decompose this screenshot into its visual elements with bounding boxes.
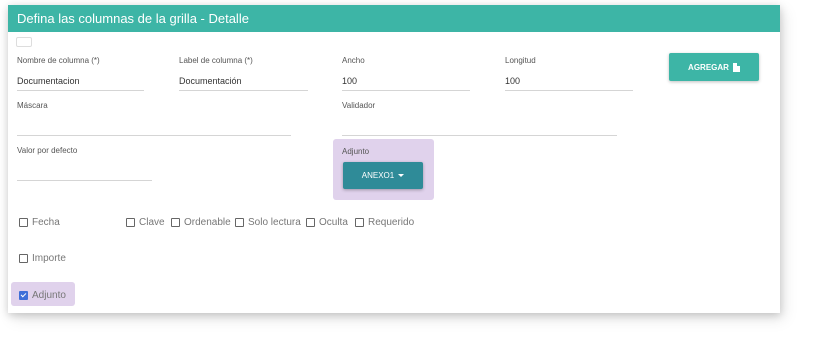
checkbox-clave-box[interactable] <box>126 218 135 227</box>
detail-panel: Defina las columnas de la grilla - Detal… <box>8 5 780 313</box>
page-title: Defina las columnas de la grilla - Detal… <box>17 11 249 26</box>
adjunto-select-group: Adjunto ANEXO1 <box>333 139 434 200</box>
checkbox-importe-box[interactable] <box>19 254 28 263</box>
validador-field: Validador <box>342 101 617 136</box>
collapse-toggle[interactable] <box>16 37 32 47</box>
ancho-input[interactable]: 100 <box>342 74 470 91</box>
checkbox-requerido-box[interactable] <box>355 218 364 227</box>
checkbox-ordenable-label: Ordenable <box>184 217 231 228</box>
checkbox-fecha-label: Fecha <box>32 217 60 228</box>
checkbox-oculta-label: Oculta <box>319 217 348 228</box>
nombre-label: Nombre de columna (*) <box>17 56 100 65</box>
checkbox-adjunto[interactable]: Adjunto <box>19 290 66 301</box>
checkbox-oculta[interactable]: Oculta <box>306 217 348 228</box>
checkbox-solo-lectura[interactable]: Solo lectura <box>235 217 301 228</box>
checkbox-clave-label: Clave <box>139 217 165 228</box>
file-icon <box>732 62 740 72</box>
validador-input[interactable] <box>342 119 617 136</box>
caret-down-icon <box>398 174 405 177</box>
valor-defecto-input[interactable] <box>17 164 152 181</box>
mascara-input[interactable] <box>17 119 291 136</box>
checkbox-requerido[interactable]: Requerido <box>355 217 414 228</box>
anexo-dropdown[interactable]: ANEXO1 <box>343 162 423 189</box>
checkbox-adjunto-label: Adjunto <box>32 290 66 301</box>
mascara-label: Máscara <box>17 101 48 110</box>
checkbox-importe[interactable]: Importe <box>19 253 66 264</box>
longitud-label: Longitud <box>505 56 536 65</box>
checkbox-importe-label: Importe <box>32 253 66 264</box>
agregar-label: AGREGAR <box>688 62 729 72</box>
label-columna-input[interactable]: Documentación <box>179 74 308 91</box>
checkbox-ordenable[interactable]: Ordenable <box>171 217 231 228</box>
label-columna-label: Label de columna (*) <box>179 56 253 65</box>
longitud-input[interactable]: 100 <box>505 74 633 91</box>
checkbox-clave[interactable]: Clave <box>126 217 165 228</box>
nombre-input[interactable]: Documentacion <box>17 74 144 91</box>
agregar-button[interactable]: AGREGAR <box>669 53 759 81</box>
label-columna-field: Label de columna (*) Documentación <box>179 56 308 91</box>
checkbox-solo-lectura-box[interactable] <box>235 218 244 227</box>
checkbox-oculta-box[interactable] <box>306 218 315 227</box>
nombre-field: Nombre de columna (*) Documentacion <box>17 56 144 91</box>
checkbox-solo-lectura-label: Solo lectura <box>248 217 301 228</box>
validador-label: Validador <box>342 101 376 110</box>
checkbox-fecha[interactable]: Fecha <box>19 217 60 228</box>
valor-defecto-field: Valor por defecto <box>17 146 152 181</box>
checkbox-requerido-label: Requerido <box>368 217 415 228</box>
ancho-field: Ancho 100 <box>342 56 470 91</box>
panel-header: Defina las columnas de la grilla - Detal… <box>8 5 780 32</box>
longitud-field: Longitud 100 <box>505 56 633 91</box>
mascara-field: Máscara <box>17 101 291 136</box>
checkbox-adjunto-box[interactable] <box>19 291 28 300</box>
checkbox-fecha-box[interactable] <box>19 218 28 227</box>
valor-defecto-label: Valor por defecto <box>17 146 78 155</box>
ancho-label: Ancho <box>342 56 365 65</box>
checkbox-ordenable-box[interactable] <box>171 218 180 227</box>
adjunto-select-label: Adjunto <box>342 147 370 156</box>
anexo-dropdown-value: ANEXO1 <box>361 171 395 180</box>
